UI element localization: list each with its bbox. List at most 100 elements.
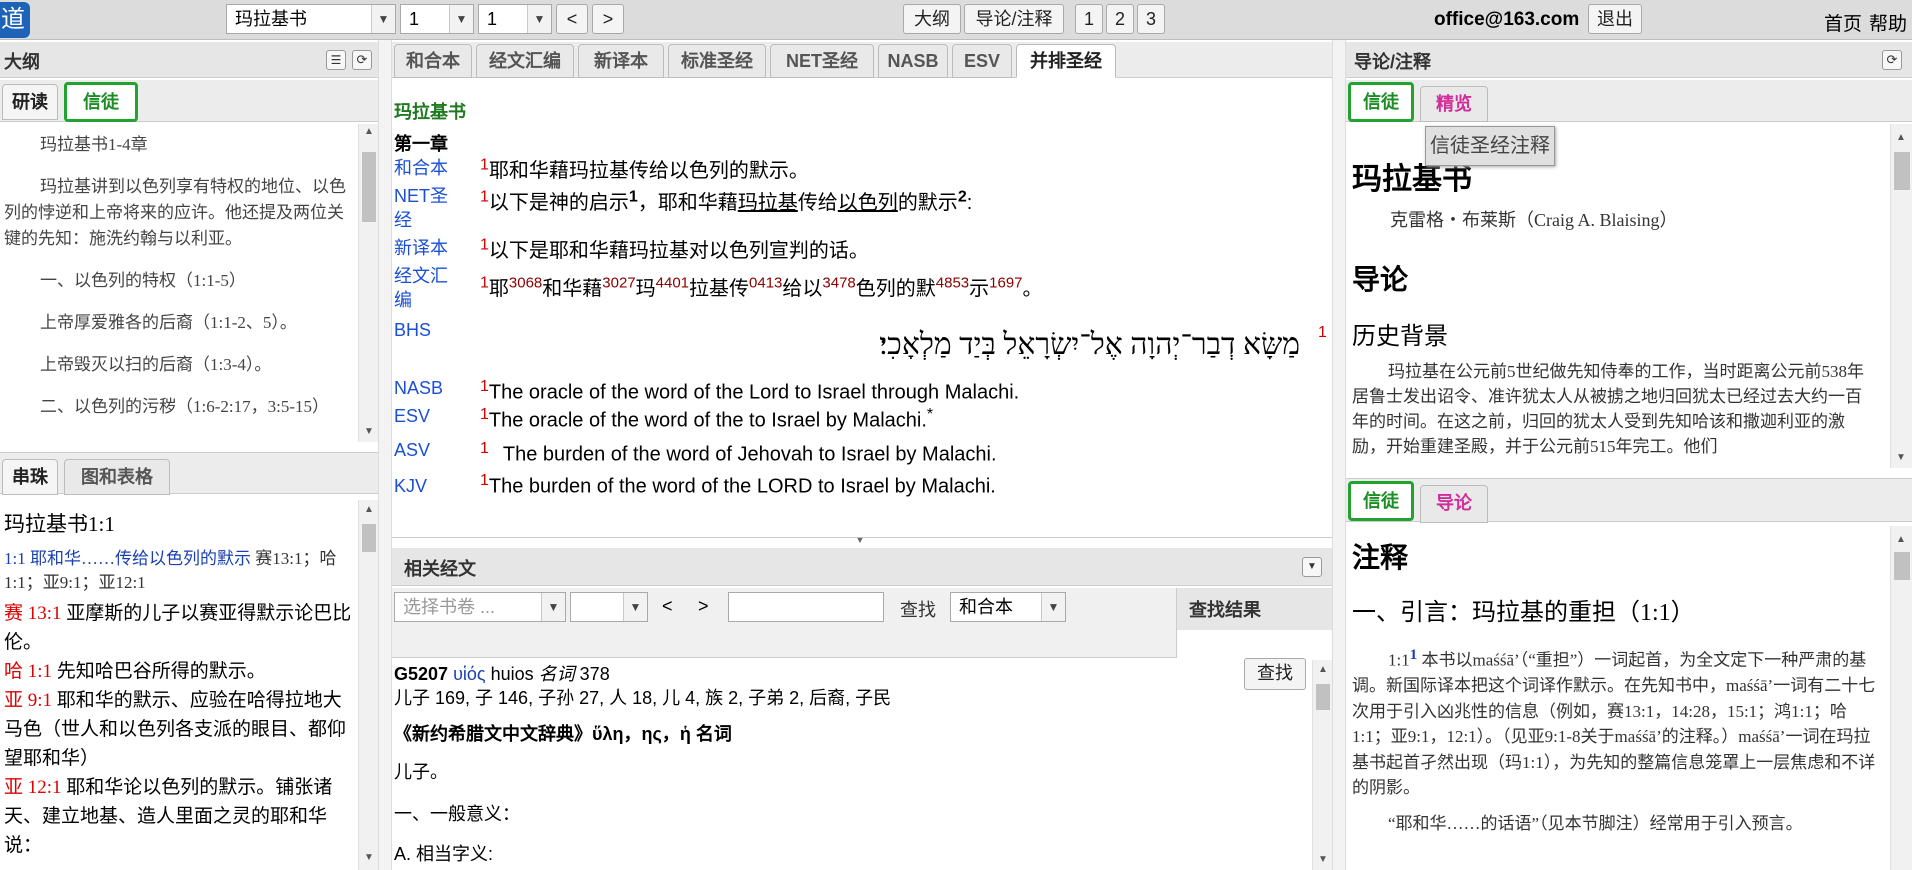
refresh-icon[interactable]: ⟳	[1882, 50, 1902, 70]
verse-select[interactable]: 1 ▼	[478, 4, 552, 34]
bible-version-tabs: 和合本 经文汇编 新译本 标准圣经 NET圣经 NASB ESV 并排圣经	[392, 42, 1332, 78]
strong-number[interactable]: 3027	[602, 274, 635, 291]
tab-parallel[interactable]: 并排圣经	[1016, 44, 1116, 78]
notes-paragraph: 1:11 本书以maśśā’（“重担”）一词起首，为全文定下一种严肃的基调。新国…	[1352, 643, 1880, 801]
footnote-marker[interactable]: *	[927, 406, 933, 423]
version-label-asv[interactable]: ASV	[394, 440, 430, 461]
version-label-esv[interactable]: ESV	[394, 406, 430, 427]
outline-scrollbar[interactable]: ▲ ▼	[358, 124, 378, 442]
scroll-down-icon[interactable]: ▼	[1313, 852, 1333, 868]
find-button[interactable]: 查找	[900, 596, 936, 622]
layout-2-button[interactable]: 2	[1106, 4, 1134, 34]
crossref-ref-link[interactable]: 亚 12:1	[4, 777, 62, 798]
refresh-icon[interactable]: ⟳	[352, 50, 372, 70]
tab-standard[interactable]: 标准圣经	[668, 44, 766, 78]
tab-notes-intro[interactable]: 导论	[1420, 485, 1488, 523]
verse-text: 示	[969, 278, 990, 300]
verse-text: 玛	[635, 278, 656, 300]
tab-nasb[interactable]: NASB	[878, 44, 948, 78]
app-logo[interactable]: 道	[0, 2, 30, 38]
strong-number[interactable]: 3068	[509, 274, 542, 291]
right-splitter[interactable]	[1332, 40, 1346, 870]
scroll-up-icon[interactable]: ▲	[1891, 532, 1911, 548]
version-label-nasb[interactable]: NASB	[394, 378, 443, 399]
scroll-up-icon[interactable]: ▲	[1891, 130, 1911, 146]
footnote-marker[interactable]: 1	[629, 188, 638, 205]
lexicon-panel: G5207 υἱός huios 名词 378 儿子 169, 子 146, 子…	[392, 660, 1312, 870]
tab-chain[interactable]: 串珠	[2, 459, 58, 495]
version-filter-select[interactable]: 和合本 ▼	[950, 592, 1066, 622]
tab-concordance[interactable]: 经文汇编	[476, 44, 574, 78]
strong-number[interactable]: 4853	[936, 274, 969, 291]
verse-link[interactable]: 以色列	[838, 192, 898, 214]
tab-cuv[interactable]: 和合本	[394, 44, 472, 78]
tab-maps[interactable]: 图和表格	[64, 459, 170, 495]
intro-notes-button[interactable]: 导论/注释	[964, 4, 1064, 34]
verse-link[interactable]: 玛拉基	[738, 192, 798, 214]
chapter-select[interactable]: 1 ▼	[400, 4, 474, 34]
book-filter-select[interactable]: 选择书卷 ... ▼	[394, 592, 566, 622]
collapse-icon[interactable]: ▼	[1302, 557, 1322, 577]
footnote-marker[interactable]: 1	[1410, 647, 1418, 663]
tab-xintu[interactable]: 信徒	[64, 82, 138, 122]
strong-number[interactable]: 3478	[822, 274, 855, 291]
logout-button[interactable]: 退出	[1588, 4, 1642, 34]
book-select[interactable]: 玛拉基书 ▼	[226, 4, 396, 34]
version-label-net[interactable]: NET圣经	[394, 184, 456, 232]
scroll-up-icon[interactable]: ▲	[359, 502, 379, 518]
related-search-input[interactable]	[728, 592, 884, 622]
help-link[interactable]: 帮助	[1869, 9, 1907, 36]
scrollbar-thumb[interactable]	[362, 524, 376, 552]
tab-intro-xintu[interactable]: 信徒	[1348, 82, 1414, 122]
crossref-scrollbar[interactable]: ▲ ▼	[358, 500, 378, 870]
occurrence-count: 378	[579, 664, 610, 684]
crossref-ref-link[interactable]: 哈 1:1	[4, 661, 52, 682]
verse-text: The oracle of the word of the Lord to Is…	[488, 381, 1020, 404]
version-label-kjv[interactable]: KJV	[394, 476, 427, 497]
intro-scrollbar[interactable]: ▲ ▼	[1890, 124, 1912, 468]
version-label-cnv[interactable]: 新译本	[394, 234, 448, 260]
strong-number[interactable]: 0413	[749, 274, 782, 291]
related-prev-button[interactable]: <	[662, 596, 673, 617]
notes-title: 注释	[1352, 543, 1409, 574]
scroll-down-icon[interactable]: ▼	[359, 850, 379, 866]
notes-scrollbar[interactable]: ▲	[1890, 526, 1912, 870]
scroll-down-icon[interactable]: ▼	[359, 424, 379, 440]
layout-1-button[interactable]: 1	[1075, 4, 1103, 34]
scroll-down-icon[interactable]: ▼	[1891, 450, 1911, 466]
strong-number[interactable]: 1697	[989, 274, 1022, 291]
lexicon-search-button[interactable]: 查找	[1244, 658, 1306, 690]
scrollbar-thumb[interactable]	[1894, 152, 1910, 190]
verse-text: 。	[1022, 278, 1043, 300]
tab-net[interactable]: NET圣经	[770, 44, 874, 78]
strong-number[interactable]: 4401	[656, 274, 689, 291]
tab-notes-xintu[interactable]: 信徒	[1348, 481, 1414, 521]
scroll-up-icon[interactable]: ▲	[1313, 662, 1333, 678]
crossref-ref-link[interactable]: 赛 13:1	[4, 603, 62, 624]
list-icon[interactable]: ☰	[326, 50, 346, 70]
prev-chapter-button[interactable]: <	[556, 4, 588, 34]
lexicon-scrollbar[interactable]: ▲ ▼	[1312, 660, 1332, 870]
crossref-ref-link[interactable]: 亚 9:1	[4, 690, 52, 711]
version-label-cuv[interactable]: 和合本	[394, 154, 448, 180]
next-chapter-button[interactable]: >	[592, 4, 624, 34]
crossref-ref-link[interactable]: 1:1	[4, 549, 26, 568]
left-splitter[interactable]	[378, 40, 392, 870]
tab-jinglan[interactable]: 精览	[1420, 86, 1488, 122]
outline-button[interactable]: 大纲	[903, 4, 961, 34]
version-label-concordance[interactable]: 经文汇编	[394, 264, 456, 312]
related-next-button[interactable]: >	[698, 596, 709, 617]
tab-study[interactable]: 研读	[2, 84, 58, 120]
scrollbar-thumb[interactable]	[362, 152, 376, 222]
tab-cnv[interactable]: 新译本	[578, 44, 664, 78]
splitter-handle-icon[interactable]: ▼	[848, 536, 872, 545]
scrollbar-thumb[interactable]	[1316, 684, 1330, 710]
layout-3-button[interactable]: 3	[1137, 4, 1165, 34]
scroll-up-icon[interactable]: ▲	[359, 124, 379, 140]
version-label-bhs[interactable]: BHS	[394, 320, 431, 341]
chapter-filter-select[interactable]: ▼	[570, 592, 648, 622]
scrollbar-thumb[interactable]	[1894, 552, 1910, 580]
footnote-marker[interactable]: 2	[958, 188, 967, 205]
home-link[interactable]: 首页	[1824, 9, 1862, 36]
tab-esv[interactable]: ESV	[952, 44, 1012, 78]
